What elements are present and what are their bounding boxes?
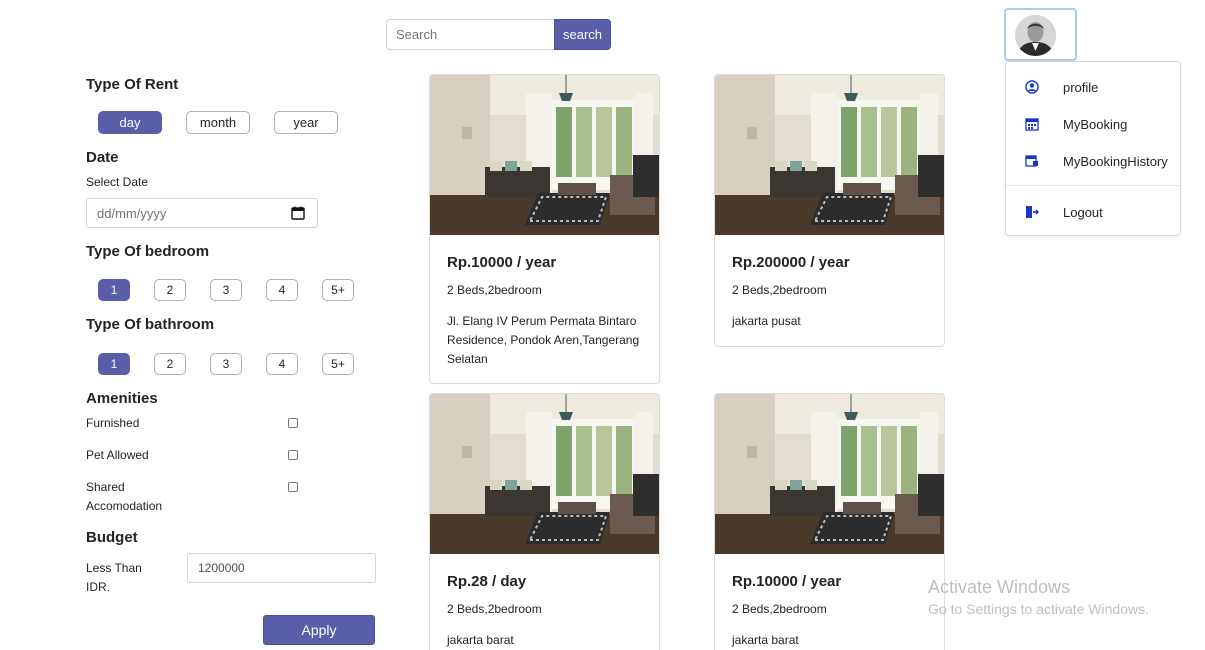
listing-address: jakarta barat — [447, 633, 514, 647]
amenity-checkbox-furnished[interactable] — [288, 418, 298, 428]
listing-card[interactable]: Rp.10000 / year 2 Beds,2bedroom Jl. Elan… — [429, 74, 660, 384]
listing-photo — [430, 394, 659, 554]
bathroom-option-1[interactable]: 1 — [98, 353, 130, 375]
amenities-heading: Amenities — [86, 390, 158, 407]
rent-option-year[interactable]: year — [274, 111, 338, 134]
budget-heading: Budget — [86, 529, 138, 546]
calendar-picker-icon[interactable] — [291, 206, 305, 220]
menu-item-logout[interactable]: Logout — [1006, 197, 1180, 227]
amenity-label-pet-allowed: Pet Allowed — [86, 448, 149, 462]
listing-beds: 2 Beds,2bedroom — [732, 602, 827, 616]
listing-card[interactable]: Rp.200000 / year 2 Beds,2bedroom jakarta… — [714, 74, 945, 347]
listing-price: Rp.28 / day — [447, 573, 527, 590]
amenity-checkbox-shared[interactable] — [288, 482, 298, 492]
user-circle-icon — [1025, 80, 1039, 94]
watermark-title: Activate Windows — [928, 577, 1071, 597]
bedroom-option-1[interactable]: 1 — [98, 279, 130, 301]
bedroom-option-5plus[interactable]: 5+ — [322, 279, 354, 301]
date-placeholder: dd/mm/yyyy — [97, 205, 167, 221]
user-dropdown-menu: profile MyBooking MyBookingHistory Logou… — [1005, 61, 1181, 236]
apply-button[interactable]: Apply — [263, 615, 375, 645]
listing-beds: 2 Beds,2bedroom — [732, 283, 827, 297]
bedroom-heading: Type Of bedroom — [86, 243, 210, 260]
listing-card[interactable]: Rp.10000 / year 2 Beds,2bedroom jakarta … — [714, 393, 945, 650]
budget-input[interactable] — [187, 553, 376, 583]
date-input[interactable]: dd/mm/yyyy — [86, 198, 318, 228]
date-heading: Date — [86, 149, 119, 166]
budget-label: Less Than IDR. — [86, 561, 142, 594]
listing-photo — [715, 75, 944, 235]
listing-card[interactable]: Rp.28 / day 2 Beds,2bedroom jakarta bara… — [429, 393, 660, 650]
search-button[interactable]: search — [554, 19, 611, 50]
amenity-label-furnished: Furnished — [86, 416, 140, 430]
listing-photo — [430, 75, 659, 235]
logout-icon — [1025, 205, 1040, 219]
search-bar: search — [386, 19, 611, 50]
amenity-label-shared: Shared Accomodation — [86, 480, 163, 513]
user-menu-button[interactable] — [1004, 8, 1077, 61]
menu-item-mybooking[interactable]: MyBooking — [1006, 109, 1180, 139]
listing-price: Rp.200000 / year — [732, 254, 850, 271]
calendar-icon — [1025, 117, 1039, 131]
watermark-subtitle: Go to Settings to activate Windows. — [928, 601, 1149, 617]
menu-item-mybookinghistory[interactable]: MyBookingHistory — [1006, 146, 1180, 176]
avatar — [1015, 15, 1056, 56]
listing-address: Jl. Elang IV Perum Permata Bintaro Resid… — [447, 314, 640, 366]
bathroom-option-2[interactable]: 2 — [154, 353, 186, 375]
amenity-checkbox-pet-allowed[interactable] — [288, 450, 298, 460]
rent-option-day[interactable]: day — [98, 111, 162, 134]
bathroom-option-4[interactable]: 4 — [266, 353, 298, 375]
bedroom-option-3[interactable]: 3 — [210, 279, 242, 301]
bathroom-option-5plus[interactable]: 5+ — [322, 353, 354, 375]
bedroom-option-4[interactable]: 4 — [266, 279, 298, 301]
menu-divider — [1006, 185, 1180, 186]
rent-option-month[interactable]: month — [186, 111, 250, 134]
listing-beds: 2 Beds,2bedroom — [447, 283, 542, 297]
search-input[interactable] — [386, 19, 554, 50]
listing-photo — [715, 394, 944, 554]
listing-address: jakarta pusat — [732, 314, 801, 328]
listing-address: jakarta barat — [732, 633, 799, 647]
listing-price: Rp.10000 / year — [732, 573, 842, 590]
listing-beds: 2 Beds,2bedroom — [447, 602, 542, 616]
bathroom-option-3[interactable]: 3 — [210, 353, 242, 375]
bathroom-heading: Type Of bathroom — [86, 316, 215, 333]
listing-price: Rp.10000 / year — [447, 254, 557, 271]
date-label: Select Date — [86, 175, 149, 189]
rent-type-heading: Type Of Rent — [86, 76, 179, 93]
bedroom-option-2[interactable]: 2 — [154, 279, 186, 301]
menu-item-profile[interactable]: profile — [1006, 72, 1180, 102]
history-icon — [1025, 154, 1039, 168]
